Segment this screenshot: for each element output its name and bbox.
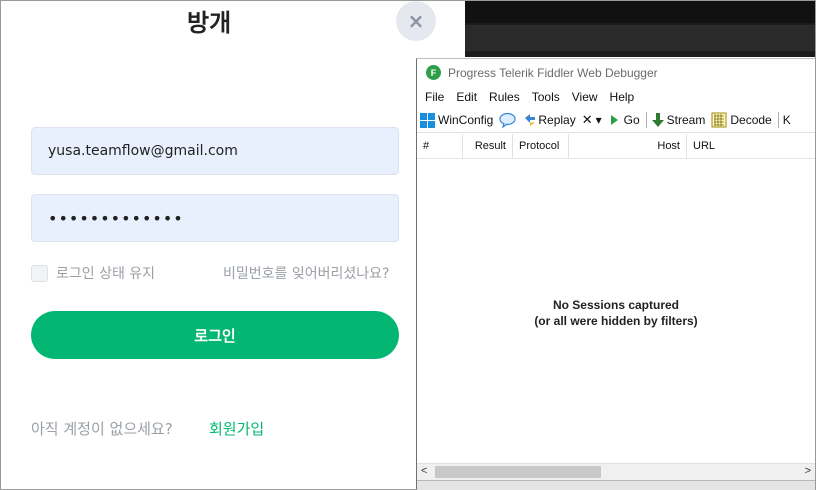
background-titlebar bbox=[465, 1, 815, 23]
play-icon bbox=[610, 115, 618, 125]
page-title: 방개 bbox=[187, 9, 232, 37]
winconfig-button[interactable]: WinConfig bbox=[417, 112, 494, 128]
fiddler-logo-icon: F bbox=[426, 65, 441, 80]
remember-checkbox[interactable] bbox=[31, 264, 48, 282]
menu-file[interactable]: File bbox=[425, 90, 444, 104]
stream-button[interactable]: Stream bbox=[651, 112, 706, 128]
password-field[interactable]: ••••••••••••• bbox=[31, 194, 399, 242]
fiddler-window: F Progress Telerik Fiddler Web Debugger … bbox=[416, 58, 815, 490]
fiddler-title: Progress Telerik Fiddler Web Debugger bbox=[448, 65, 658, 80]
decode-label: Decode bbox=[730, 113, 772, 127]
menu-tools[interactable]: Tools bbox=[532, 90, 560, 104]
password-value: ••••••••••••• bbox=[48, 208, 184, 228]
login-button[interactable]: 로그인 bbox=[31, 311, 399, 359]
remove-x-icon: ✕ bbox=[581, 112, 593, 127]
background-window bbox=[465, 1, 815, 57]
remember-label: 로그인 상태 유지 bbox=[56, 266, 156, 282]
fiddler-menubar: File Edit Rules Tools View Help bbox=[417, 87, 815, 107]
column-host[interactable]: Host bbox=[569, 134, 687, 158]
scrollbar-thumb[interactable] bbox=[435, 466, 601, 478]
winconfig-label: WinConfig bbox=[438, 113, 494, 127]
column-number[interactable]: # bbox=[417, 134, 463, 158]
remove-button[interactable]: ✕ ▾ bbox=[582, 112, 602, 128]
forgot-password-link[interactable]: 비밀번호를 잊어버리셨나요? bbox=[223, 263, 389, 283]
comment-button[interactable] bbox=[499, 112, 516, 128]
no-account-text: 아직 계정이 없으세요? bbox=[31, 420, 173, 438]
windows-icon bbox=[420, 112, 435, 128]
close-button[interactable]: × bbox=[396, 1, 436, 41]
background-toolbar bbox=[465, 25, 815, 51]
column-result[interactable]: Result bbox=[463, 134, 513, 158]
keep-label: K bbox=[782, 113, 791, 127]
scroll-left-icon[interactable]: < bbox=[421, 465, 427, 477]
email-field[interactable]: yusa.teamflow@gmail.com bbox=[31, 127, 399, 175]
menu-edit[interactable]: Edit bbox=[456, 90, 477, 104]
menu-rules[interactable]: Rules bbox=[489, 90, 520, 104]
column-protocol[interactable]: Protocol bbox=[513, 134, 569, 158]
decode-icon bbox=[711, 112, 727, 128]
sessions-column-header: # Result Protocol Host URL bbox=[417, 134, 815, 159]
empty-line-2: (or all were hidden by filters) bbox=[534, 314, 698, 328]
go-button[interactable]: Go bbox=[608, 113, 640, 127]
toolbar-separator-2 bbox=[777, 112, 779, 128]
status-bar bbox=[417, 480, 815, 490]
toolbar-separator bbox=[645, 112, 647, 128]
sessions-empty-message: No Sessions captured (or all were hidden… bbox=[417, 297, 815, 329]
email-value: yusa.teamflow@gmail.com bbox=[48, 143, 238, 159]
empty-line-1: No Sessions captured bbox=[552, 298, 680, 312]
signup-link[interactable]: 회원가입 bbox=[209, 418, 264, 439]
scroll-right-icon[interactable]: > bbox=[805, 465, 811, 477]
horizontal-scrollbar[interactable]: < > bbox=[417, 463, 815, 480]
stream-label: Stream bbox=[666, 113, 706, 127]
menu-help[interactable]: Help bbox=[610, 90, 635, 104]
fiddler-toolbar: WinConfig Replay ✕ ▾ Go Stream Decode K bbox=[417, 108, 815, 133]
login-panel: 방개 × yusa.teamflow@gmail.com •••••••••••… bbox=[1, 1, 464, 488]
replay-button[interactable]: Replay bbox=[522, 112, 576, 128]
menu-view[interactable]: View bbox=[572, 90, 598, 104]
go-label: Go bbox=[623, 113, 640, 127]
replay-icon bbox=[525, 114, 536, 126]
fiddler-titlebar[interactable]: F Progress Telerik Fiddler Web Debugger bbox=[417, 59, 815, 86]
replay-label: Replay bbox=[538, 113, 576, 127]
comment-icon bbox=[499, 112, 516, 128]
remember-me[interactable]: 로그인 상태 유지 bbox=[31, 263, 155, 283]
column-url[interactable]: URL bbox=[687, 134, 815, 158]
close-icon: × bbox=[407, 9, 425, 33]
keep-button[interactable]: K bbox=[783, 113, 791, 127]
stream-icon bbox=[651, 113, 664, 127]
remove-dropdown-icon: ▾ bbox=[595, 113, 602, 127]
decode-button[interactable]: Decode bbox=[711, 112, 772, 128]
